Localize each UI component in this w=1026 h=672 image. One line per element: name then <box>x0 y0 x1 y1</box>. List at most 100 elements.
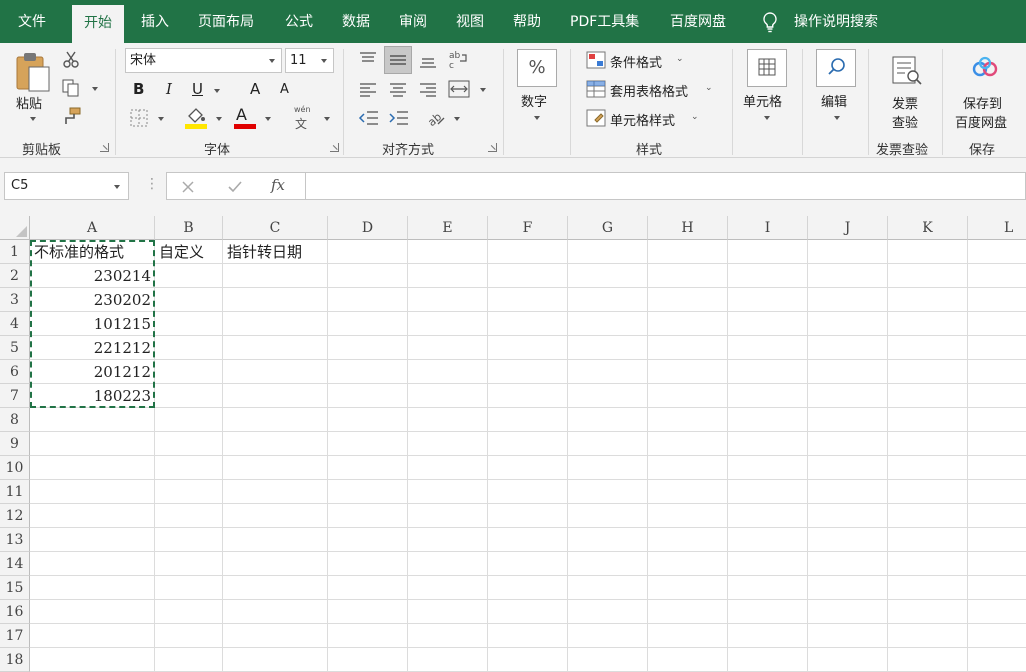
chevron-down-icon[interactable]: ⌄ <box>676 54 684 64</box>
copy-dropdown-icon[interactable] <box>92 87 98 91</box>
phonetic-dropdown-icon[interactable] <box>324 117 330 121</box>
column-header-h[interactable]: H <box>648 216 728 240</box>
format-painter-icon[interactable] <box>62 107 82 125</box>
font-size-select[interactable]: 11 <box>285 48 334 73</box>
orientation-icon[interactable]: ab <box>424 107 446 127</box>
row-header-3[interactable]: 3 <box>0 288 30 312</box>
orientation-dropdown-icon[interactable] <box>454 117 460 121</box>
cells-dropdown-icon[interactable] <box>764 116 770 120</box>
formula-bar-grip[interactable]: ⋮ <box>145 176 159 192</box>
column-header-l[interactable]: L <box>968 216 1026 240</box>
row-header-10[interactable]: 10 <box>0 456 30 480</box>
invoice-check-icon[interactable] <box>890 55 924 87</box>
alignment-launcher-icon[interactable] <box>488 143 497 152</box>
format-as-table-button[interactable]: 套用表格格式 <box>610 81 688 100</box>
row-header-16[interactable]: 16 <box>0 600 30 624</box>
row-header-12[interactable]: 12 <box>0 504 30 528</box>
fill-color-dropdown-icon[interactable] <box>216 117 222 121</box>
worksheet-grid[interactable]: A B C D E F G H I J K L 1 2 3 4 5 6 7 8 … <box>0 216 1026 672</box>
paste-dropdown-icon[interactable] <box>30 117 36 121</box>
enter-check-icon[interactable] <box>227 180 243 194</box>
editing-button[interactable] <box>816 49 856 87</box>
tab-pdf-tools[interactable]: PDF工具集 <box>570 0 639 43</box>
column-header-g[interactable]: G <box>568 216 648 240</box>
invoice-button-line2[interactable]: 查验 <box>892 112 918 131</box>
underline-dropdown-icon[interactable] <box>214 89 220 93</box>
invoice-button-line1[interactable]: 发票 <box>892 93 918 112</box>
cancel-icon[interactable] <box>181 180 195 194</box>
row-header-13[interactable]: 13 <box>0 528 30 552</box>
column-header-b[interactable]: B <box>155 216 223 240</box>
phonetic-top[interactable]: wén <box>294 105 311 114</box>
italic-button[interactable]: I <box>166 80 172 98</box>
column-header-a[interactable]: A <box>30 216 155 240</box>
increase-indent-icon[interactable] <box>388 109 410 127</box>
align-left-icon[interactable] <box>358 81 378 97</box>
column-header-k[interactable]: K <box>888 216 968 240</box>
cell-styles-button[interactable]: 单元格样式 <box>610 110 675 129</box>
cell-styles-icon[interactable] <box>586 109 606 127</box>
row-header-14[interactable]: 14 <box>0 552 30 576</box>
number-dropdown-icon[interactable] <box>534 116 540 120</box>
align-middle-button[interactable] <box>384 46 412 74</box>
cut-icon[interactable] <box>62 51 80 69</box>
conditional-format-icon[interactable] <box>586 51 606 69</box>
align-top-icon[interactable] <box>358 51 378 67</box>
column-header-f[interactable]: F <box>488 216 568 240</box>
tab-help[interactable]: 帮助 <box>513 0 541 43</box>
number-label[interactable]: 数字 <box>521 91 547 110</box>
underline-button[interactable]: U <box>192 80 203 98</box>
column-header-d[interactable]: D <box>328 216 408 240</box>
row-header-6[interactable]: 6 <box>0 360 30 384</box>
bold-button[interactable]: B <box>133 80 144 98</box>
tell-me-search[interactable]: 操作说明搜索 <box>794 0 878 43</box>
row-header-5[interactable]: 5 <box>0 336 30 360</box>
font-name-select[interactable]: 宋体 <box>125 48 282 73</box>
column-header-j[interactable]: J <box>808 216 888 240</box>
tab-formulas[interactable]: 公式 <box>285 0 313 43</box>
clipboard-launcher-icon[interactable] <box>100 143 109 152</box>
tab-page-layout[interactable]: 页面布局 <box>198 0 254 43</box>
borders-dropdown-icon[interactable] <box>158 117 164 121</box>
lightbulb-icon[interactable] <box>762 11 778 33</box>
cells-button[interactable] <box>747 49 787 87</box>
name-box[interactable]: C5 <box>4 172 129 200</box>
row-header-8[interactable]: 8 <box>0 408 30 432</box>
tab-baidu-netdisk[interactable]: 百度网盘 <box>670 0 726 43</box>
tab-home[interactable]: 开始 <box>72 5 124 43</box>
chevron-down-icon[interactable]: ⌄ <box>705 83 713 93</box>
borders-icon[interactable] <box>130 109 148 127</box>
decrease-font-button[interactable]: A <box>280 82 289 97</box>
merge-dropdown-icon[interactable] <box>480 88 486 92</box>
chevron-down-icon[interactable]: ⌄ <box>691 112 699 122</box>
cell-b1[interactable]: 自定义 <box>159 240 223 264</box>
tab-data[interactable]: 数据 <box>342 0 370 43</box>
fill-color-icon[interactable] <box>184 107 208 129</box>
insert-function-button[interactable]: fx <box>271 176 285 194</box>
row-header-7[interactable]: 7 <box>0 384 30 408</box>
column-header-e[interactable]: E <box>408 216 488 240</box>
cell-c1[interactable]: 指针转日期 <box>227 240 327 264</box>
conditional-format-button[interactable]: 条件格式 <box>610 52 662 71</box>
column-header-c[interactable]: C <box>223 216 328 240</box>
save-netdisk-line1[interactable]: 保存到 <box>963 93 1002 112</box>
copy-icon[interactable] <box>62 79 82 97</box>
editing-dropdown-icon[interactable] <box>834 116 840 120</box>
column-header-i[interactable]: I <box>728 216 808 240</box>
formula-input[interactable] <box>306 172 1026 200</box>
baidu-netdisk-icon[interactable] <box>970 55 1000 81</box>
number-format-button[interactable]: % <box>517 49 557 87</box>
row-header-17[interactable]: 17 <box>0 624 30 648</box>
paste-icon[interactable] <box>14 51 52 95</box>
select-all-button[interactable] <box>0 216 30 240</box>
phonetic-guide-icon[interactable]: 文 <box>295 115 307 132</box>
font-color-dropdown-icon[interactable] <box>265 117 271 121</box>
row-header-1[interactable]: 1 <box>0 240 30 264</box>
tab-file[interactable]: 文件 <box>18 0 46 43</box>
row-header-2[interactable]: 2 <box>0 264 30 288</box>
save-netdisk-line2[interactable]: 百度网盘 <box>955 112 1007 131</box>
merge-center-icon[interactable] <box>448 79 470 99</box>
decrease-indent-icon[interactable] <box>358 109 380 127</box>
align-center-icon[interactable] <box>388 81 408 97</box>
tab-insert[interactable]: 插入 <box>141 0 169 43</box>
